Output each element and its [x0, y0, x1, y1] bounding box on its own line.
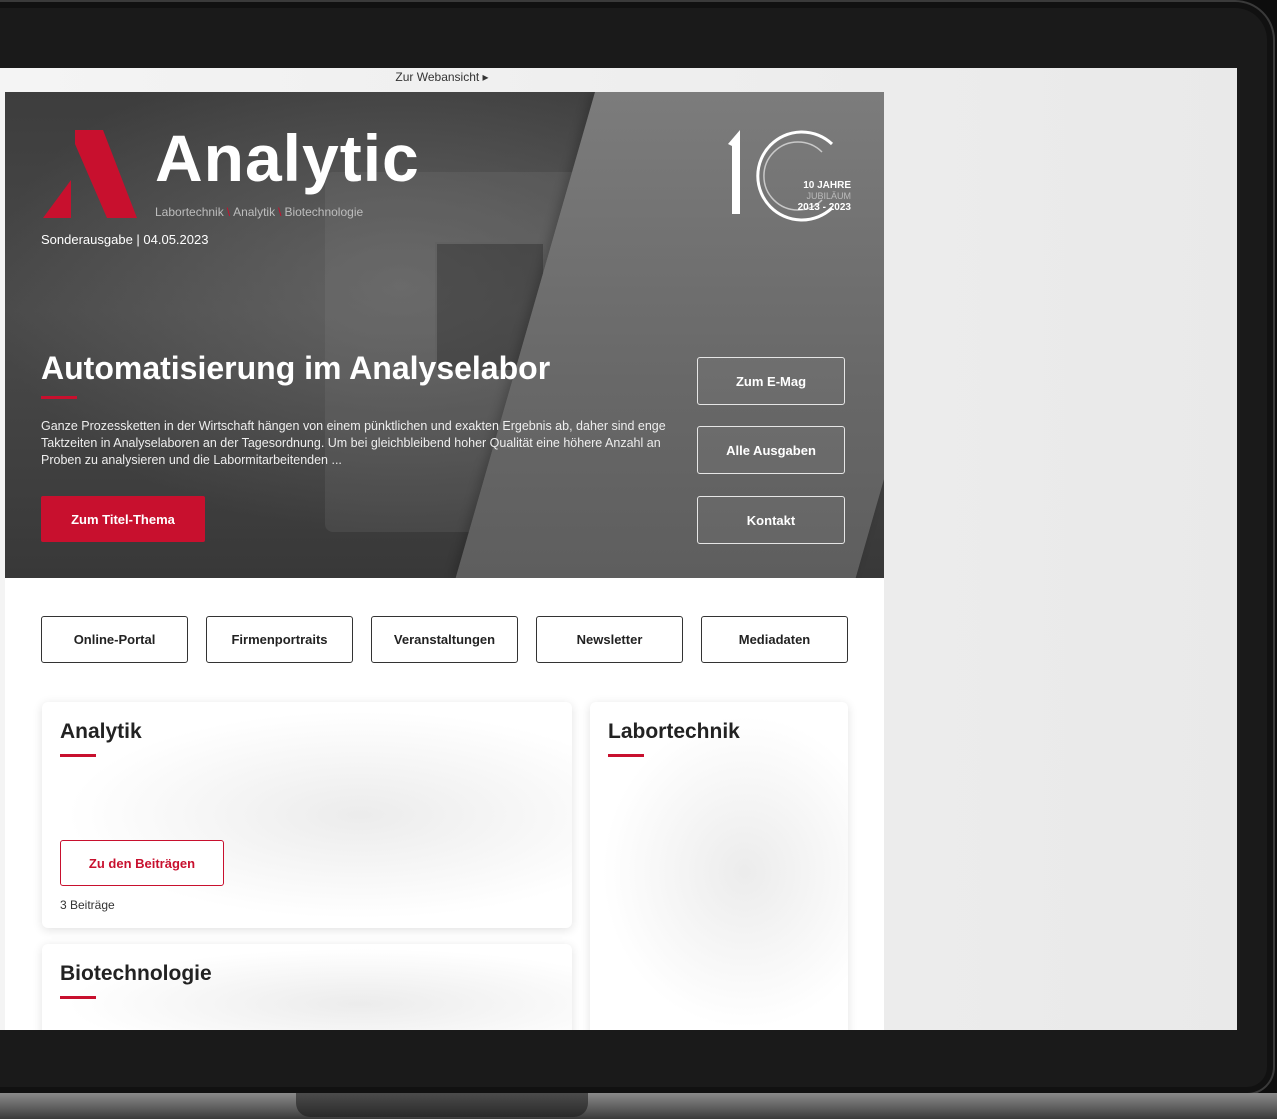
brand-name: Analytic — [155, 121, 420, 195]
nav-online-portal[interactable]: Online-Portal — [41, 616, 188, 663]
card-underline — [60, 754, 96, 757]
laptop-base — [0, 1093, 1277, 1119]
card-title: Biotechnologie — [60, 962, 212, 985]
post-count: 3 Beiträge — [60, 898, 115, 912]
headline-underline — [41, 396, 77, 399]
laptop-screen: Zur Webansicht ▸ Analytic Labortechnik \ A… — [0, 68, 1237, 1030]
nav-events[interactable]: Veranstaltungen — [371, 616, 518, 663]
analytik-posts-button[interactable]: Zu den Beiträgen — [60, 840, 224, 886]
card-analytik: Analytik Zu den Beiträgen 3 Beiträge — [42, 702, 572, 928]
all-issues-button[interactable]: Alle Ausgaben — [697, 426, 845, 474]
card-underline — [608, 754, 644, 757]
card-background-image — [42, 944, 572, 1030]
jubilee-text: 10 JAHRE JUBILÄUM 2013 - 2023 — [787, 180, 851, 213]
triangle-a-logo-icon — [43, 130, 137, 218]
web-view-link[interactable]: Zur Webansicht ▸ — [0, 68, 884, 92]
card-background-image — [590, 702, 848, 1030]
card-underline — [60, 996, 96, 999]
hero-teaser: Ganze Prozessketten in der Wirtschaft hä… — [41, 419, 666, 467]
tagline-separator: \ — [226, 205, 231, 219]
hero-banner: Analytic Labortechnik \ Analytik \ Biotechno… — [5, 92, 884, 578]
newsletter-page: Analytic Labortechnik \ Analytik \ Biotechno… — [5, 92, 884, 1030]
title-topic-button[interactable]: Zum Titel-Thema — [41, 496, 205, 542]
tagline-part: Labortechnik — [155, 205, 224, 219]
laptop-notch — [296, 1093, 588, 1117]
issue-date: Sonderausgabe | 04.05.2023 — [41, 232, 209, 247]
jubilee-years: 2013 - 2023 — [797, 202, 851, 213]
jubilee-subtitle: JUBILÄUM — [806, 191, 851, 201]
nav-media-data[interactable]: Mediadaten — [701, 616, 848, 663]
tagline-part: Biotechnologie — [284, 205, 364, 219]
nav-company-portraits[interactable]: Firmenportraits — [206, 616, 353, 663]
brand-tagline: Labortechnik \ Analytik \ Biotechnologie — [155, 205, 363, 219]
emag-button[interactable]: Zum E-Mag — [697, 357, 845, 405]
card-labortechnik: Labortechnik — [590, 702, 848, 1030]
card-title: Labortechnik — [608, 720, 740, 743]
nav-newsletter[interactable]: Newsletter — [536, 616, 683, 663]
card-title: Analytik — [60, 720, 142, 743]
hero-headline: Automatisierung im Analyselabor — [41, 350, 551, 386]
card-biotechnologie: Biotechnologie — [42, 944, 572, 1030]
tagline-part: Analytik — [233, 205, 276, 219]
jubilee-title: 10 JAHRE — [803, 180, 851, 191]
contact-button[interactable]: Kontakt — [697, 496, 845, 544]
